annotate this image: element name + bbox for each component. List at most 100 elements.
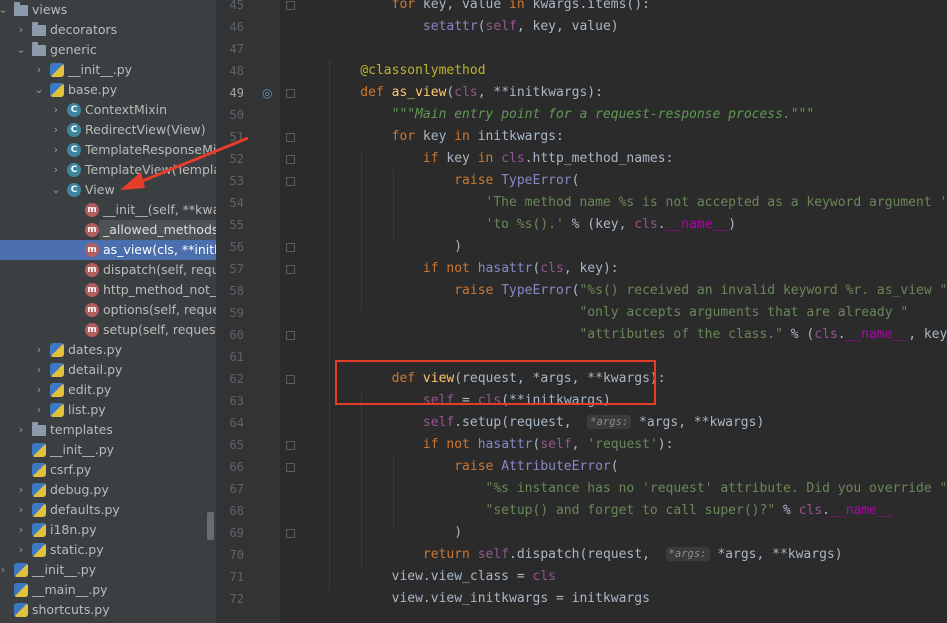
- code-line[interactable]: 'The method name %s is not accepted as a…: [329, 192, 947, 214]
- tree-scrollbar[interactable]: [207, 512, 214, 540]
- code-line[interactable]: raise TypeError(: [329, 170, 579, 192]
- chevron-right-icon[interactable]: ›: [15, 500, 27, 520]
- chevron-right-icon[interactable]: ›: [50, 100, 62, 120]
- fold-marker-icon[interactable]: [286, 89, 295, 98]
- tree-item[interactable]: › static.py: [0, 540, 216, 560]
- code-editor[interactable]: 45 46 47 48 49 50 51 52 53 54 55 56 57 58 59 60 61 62 63 64…: [216, 0, 947, 623]
- tree-item[interactable]: › __init__.py: [0, 60, 216, 80]
- code-token: ): [728, 217, 737, 232]
- code-line[interactable]: 'to %s().' % (key, cls.__name__): [329, 214, 737, 236]
- code-line[interactable]: for key in initkwargs:: [329, 126, 564, 148]
- code-token: self: [477, 547, 510, 562]
- line-number: 68: [229, 504, 244, 518]
- chevron-down-icon[interactable]: ⌄: [15, 40, 27, 60]
- code-token: key, value: [422, 0, 510, 12]
- folder-icon: [14, 2, 28, 16]
- tree-item[interactable]: › C RedirectView(View): [0, 120, 216, 140]
- chevron-right-icon[interactable]: ›: [0, 560, 9, 580]
- fold-marker-icon[interactable]: [286, 529, 295, 538]
- code-line[interactable]: "only accepts arguments that are already…: [329, 302, 908, 324]
- fold-marker-icon[interactable]: [286, 441, 295, 450]
- code-line[interactable]: if not hasattr(cls, key):: [329, 258, 619, 280]
- chevron-down-icon[interactable]: ⌄: [33, 80, 45, 100]
- chevron-down-icon[interactable]: ⌄: [0, 0, 9, 20]
- chevron-right-icon[interactable]: ›: [33, 360, 45, 380]
- tree-item[interactable]: ⌄ views: [0, 0, 216, 20]
- chevron-down-icon[interactable]: ⌄: [50, 180, 62, 200]
- code-line[interactable]: for key, value in kwargs.items():: [329, 0, 650, 16]
- code-line[interactable]: view.view_class = cls: [329, 566, 556, 588]
- code-token: if not: [329, 437, 478, 452]
- tree-item[interactable]: m as_view(cls, **initkwargs): [0, 240, 216, 260]
- method-icon: m: [85, 303, 99, 317]
- code-line[interactable]: "setup() and forget to call super()?" % …: [329, 500, 893, 522]
- line-number: 69: [229, 526, 244, 540]
- tree-item[interactable]: › dates.py: [0, 340, 216, 360]
- tree-item[interactable]: __init__.py: [0, 440, 216, 460]
- override-marker-icon[interactable]: ◎: [262, 86, 276, 100]
- code-line[interactable]: @classonlymethod: [329, 60, 485, 82]
- fold-marker-icon[interactable]: [286, 133, 295, 142]
- tree-item-label: ContextMixin: [85, 102, 168, 117]
- fold-marker-icon[interactable]: [286, 243, 295, 252]
- tree-item[interactable]: m options(self, request, *args, **kwargs): [0, 300, 216, 320]
- tree-item[interactable]: › defaults.py: [0, 500, 216, 520]
- code-line[interactable]: ): [329, 522, 462, 544]
- fold-marker-icon[interactable]: [286, 155, 295, 164]
- tree-item[interactable]: ⌄ C View: [0, 180, 216, 200]
- tree-item[interactable]: › __init__.py: [0, 560, 216, 580]
- tree-item[interactable]: m dispatch(self, request, *args, **kwargs…: [0, 260, 216, 280]
- fold-marker-icon[interactable]: [286, 177, 295, 186]
- tree-item[interactable]: › edit.py: [0, 380, 216, 400]
- chevron-right-icon[interactable]: ›: [33, 380, 45, 400]
- tree-item[interactable]: shortcuts.py: [0, 600, 216, 620]
- tree-item[interactable]: ⌄ base.py: [0, 80, 216, 100]
- code-line[interactable]: def as_view(cls, **initkwargs):: [329, 82, 603, 104]
- code-token: self: [422, 415, 455, 430]
- code-line[interactable]: "%s instance has no 'request' attribute.…: [329, 478, 947, 500]
- code-token: cls: [532, 569, 556, 584]
- fold-marker-icon[interactable]: [286, 265, 295, 274]
- tree-item[interactable]: › decorators: [0, 20, 216, 40]
- chevron-right-icon[interactable]: ›: [15, 420, 27, 440]
- chevron-right-icon[interactable]: ›: [15, 480, 27, 500]
- tree-item[interactable]: › list.py: [0, 400, 216, 420]
- code-line[interactable]: "attributes of the class." % (cls.__name…: [329, 324, 947, 346]
- chevron-right-icon[interactable]: ›: [50, 120, 62, 140]
- chevron-right-icon[interactable]: ›: [50, 160, 62, 180]
- chevron-right-icon[interactable]: ›: [33, 400, 45, 420]
- tree-item[interactable]: m __init__(self, **kwargs): [0, 200, 216, 220]
- tree-item[interactable]: › templates: [0, 420, 216, 440]
- code-line[interactable]: setattr(self, key, value): [329, 16, 619, 38]
- fold-marker-icon[interactable]: [286, 375, 295, 384]
- chevron-right-icon[interactable]: ›: [33, 340, 45, 360]
- tree-item[interactable]: __main__.py: [0, 580, 216, 600]
- tree-item[interactable]: › C TemplateResponseMixin: [0, 140, 216, 160]
- code-line[interactable]: ): [329, 236, 462, 258]
- tree-item[interactable]: › detail.py: [0, 360, 216, 380]
- tree-item[interactable]: › i18n.py: [0, 520, 216, 540]
- tree-item[interactable]: ⌄ generic: [0, 40, 216, 60]
- tree-item[interactable]: csrf.py: [0, 460, 216, 480]
- code-line[interactable]: return self.dispatch(request, *args: *ar…: [329, 544, 843, 566]
- fold-marker-icon[interactable]: [286, 331, 295, 340]
- fold-marker-icon[interactable]: [286, 1, 295, 10]
- tree-item[interactable]: › C ContextMixin: [0, 100, 216, 120]
- code-line[interactable]: """Main entry point for a request-respon…: [329, 104, 815, 126]
- chevron-right-icon[interactable]: ›: [15, 20, 27, 40]
- code-line[interactable]: view.view_initkwargs = initkwargs: [329, 588, 650, 610]
- chevron-right-icon[interactable]: ›: [33, 60, 45, 80]
- tree-item[interactable]: › debug.py: [0, 480, 216, 500]
- code-line[interactable]: if key in cls.http_method_names:: [329, 148, 674, 170]
- code-line[interactable]: self.setup(request, *args: *args, **kwar…: [329, 412, 764, 434]
- tree-item[interactable]: › C TemplateView(TemplateResponseMixin, Co…: [0, 160, 216, 180]
- chevron-right-icon[interactable]: ›: [15, 520, 27, 540]
- code-line[interactable]: if not hasattr(self, 'request'):: [329, 434, 674, 456]
- code-line[interactable]: raise TypeError("%s() received an invali…: [329, 280, 947, 302]
- fold-marker-icon[interactable]: [286, 463, 295, 472]
- chevron-right-icon[interactable]: ›: [15, 540, 27, 560]
- code-line[interactable]: raise AttributeError(: [329, 456, 618, 478]
- tree-item[interactable]: m setup(self, request, *args, **kwargs): [0, 320, 216, 340]
- tree-item[interactable]: m http_method_not_allowed(self, request, …: [0, 280, 216, 300]
- chevron-right-icon[interactable]: ›: [50, 140, 62, 160]
